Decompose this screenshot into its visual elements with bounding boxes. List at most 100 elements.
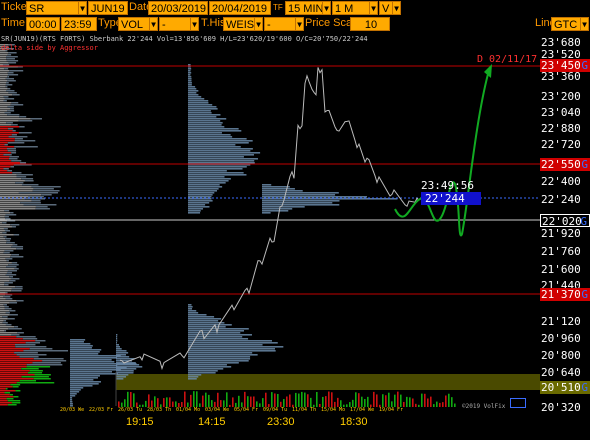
price-axis-label: 21'920: [541, 227, 581, 240]
volume-bar: [271, 392, 273, 407]
histogram-bar: [11, 160, 22, 162]
histogram-bar: [0, 370, 30, 372]
type2-dropdown-button[interactable]: ▼: [190, 17, 199, 31]
volume-bar: [289, 394, 291, 407]
histogram-bar: [0, 142, 8, 144]
profile-bar: [188, 96, 202, 98]
forecast-curve: [394, 73, 489, 237]
profile-bar: [70, 381, 101, 383]
range-dropdown-button[interactable]: ▼: [369, 1, 378, 15]
scroll-widget[interactable]: [510, 398, 526, 408]
histogram-bar: [0, 212, 11, 214]
histogram-bar: [10, 166, 15, 168]
ticker-field[interactable]: SR: [26, 1, 86, 15]
histogram-bar: [11, 246, 24, 248]
histogram-bar: [0, 156, 10, 158]
histogram-bar: [0, 226, 12, 228]
histogram-bar: [0, 302, 10, 304]
volume-bar: [184, 391, 186, 407]
histogram-bar: [0, 290, 12, 292]
histogram-bar: [0, 116, 20, 118]
histogram-bar: [3, 100, 7, 102]
histogram-bar: [11, 334, 20, 336]
histogram-bar: [0, 338, 23, 340]
histogram-bar: [15, 286, 23, 288]
profile-bar: [70, 371, 113, 373]
profile-bar: [262, 196, 368, 198]
histogram-bar: [0, 356, 20, 358]
volume-bar: [205, 392, 207, 407]
histogram-bar: [18, 120, 33, 122]
histogram-bar: [0, 236, 4, 238]
histogram-bar: [9, 394, 13, 396]
histogram-bar: [0, 334, 12, 336]
price-scale-field[interactable]: 10: [350, 17, 390, 31]
profile-bar: [188, 346, 284, 348]
histogram-bar: [0, 280, 10, 282]
price-marker-22020: 22'020 G: [540, 214, 590, 228]
profile-bar: [70, 383, 99, 385]
copyright: ©2019 VolFix: [462, 403, 506, 410]
histogram-bar: [0, 270, 8, 272]
histogram-bar: [0, 152, 12, 154]
histogram-bar: [13, 234, 20, 236]
profile-bar: [70, 341, 84, 343]
profile-bar: [188, 126, 225, 128]
profile-bar: [188, 364, 227, 366]
date-from-field[interactable]: 20/03/2019: [148, 1, 208, 15]
thist-dropdown-button[interactable]: ▼: [254, 17, 263, 31]
profile-bar: [188, 316, 215, 318]
histogram-bar: [6, 242, 15, 244]
profile-bar: [70, 375, 100, 377]
volume-bar: [406, 396, 408, 407]
histogram-bar: [0, 384, 11, 386]
profile-bar: [188, 144, 236, 146]
tf-dropdown-button[interactable]: ▼: [322, 1, 331, 15]
thist2-dropdown-button[interactable]: ▼: [295, 17, 304, 31]
type-dropdown-button[interactable]: ▼: [149, 17, 158, 31]
histogram-bar: [0, 148, 8, 150]
date-label: 20/03 We: [60, 407, 85, 413]
profile-bar: [188, 130, 242, 132]
date-to-field[interactable]: 20/04/2019: [209, 1, 271, 15]
time-to-field[interactable]: 23:59: [61, 17, 97, 31]
contract-field[interactable]: JUN19: [88, 1, 128, 15]
date-annotation: D 02/11/17: [477, 54, 538, 65]
histogram-bar: [3, 154, 12, 156]
profile-bar: [116, 358, 135, 360]
profile-bar: [188, 354, 258, 356]
histogram-bar: [0, 262, 12, 264]
profile-bar: [116, 378, 124, 380]
volume-bar: [265, 392, 267, 407]
histogram-bar: [17, 332, 24, 334]
histogram-bar: [0, 140, 15, 142]
profile-bar: [188, 160, 255, 162]
profile-bar: [188, 196, 212, 198]
histogram-bar: [14, 140, 36, 142]
price-marker-23450: 23'450 G: [540, 59, 590, 72]
time-label: 19:15: [126, 416, 154, 428]
profile-bar: [188, 88, 197, 90]
histogram-bar: [0, 80, 8, 82]
histogram-bar: [11, 254, 20, 256]
histogram-bar: [20, 202, 41, 204]
time-from-field[interactable]: 00:00: [26, 17, 60, 31]
tf-label: TF: [273, 3, 283, 12]
histogram-bar: [0, 264, 9, 266]
ticker-dropdown-button[interactable]: ▼: [78, 1, 87, 15]
volume-bar: [166, 397, 168, 407]
histogram-bar: [19, 162, 27, 164]
volume-bar: [439, 402, 441, 407]
histogram-bar: [0, 92, 9, 94]
histogram-bar: [0, 320, 4, 322]
histogram-bar: [3, 304, 7, 306]
profile-bar: [188, 186, 223, 188]
chart-canvas[interactable]: [0, 34, 590, 440]
line-dropdown-button[interactable]: ▼: [580, 17, 589, 31]
profile-bar: [70, 365, 118, 367]
histogram-bar: [15, 182, 24, 184]
histogram-bar: [4, 210, 10, 212]
histogram-bar: [0, 266, 7, 268]
mode-dropdown-button[interactable]: ▼: [392, 1, 401, 15]
histogram-bar: [6, 266, 17, 268]
